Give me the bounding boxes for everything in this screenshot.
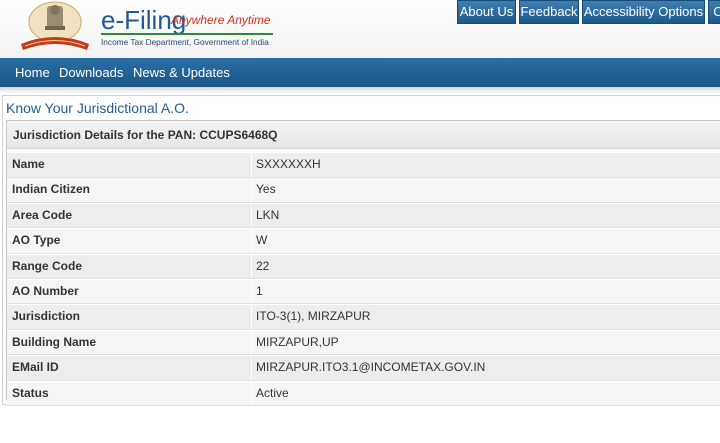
row-value: MIRZAPUR,UP xyxy=(256,334,339,349)
page-title: Know Your Jurisdictional A.O. xyxy=(6,100,189,116)
table-row: Area Code LKN xyxy=(7,203,720,229)
row-label: AO Number xyxy=(12,283,79,298)
row-label: Name xyxy=(12,157,45,171)
nav-home[interactable]: Home xyxy=(15,58,50,87)
jurisdiction-details-table: Name SXXXXXXH Indian Citizen Yes Area Co… xyxy=(7,153,720,407)
row-value: SXXXXXXH xyxy=(256,157,321,171)
column-divider xyxy=(251,279,252,304)
table-row: AO Number 1 xyxy=(7,279,720,305)
nav-downloads[interactable]: Downloads xyxy=(59,58,123,87)
accessibility-options-link[interactable]: Accessibility Options xyxy=(582,0,705,24)
brand-tagline: Anywhere Anytime xyxy=(171,13,271,27)
column-divider xyxy=(251,254,252,279)
row-label: Status xyxy=(12,385,49,400)
row-label: Range Code xyxy=(12,258,83,273)
column-divider xyxy=(251,203,252,228)
row-value: Active xyxy=(256,385,289,400)
column-divider xyxy=(251,356,252,380)
column-divider xyxy=(251,178,252,202)
table-row: Indian Citizen Yes xyxy=(7,178,720,203)
main-nav: Home Downloads News & Updates xyxy=(0,58,720,87)
row-value: LKN xyxy=(256,207,280,222)
nav-news-updates[interactable]: News & Updates xyxy=(133,58,230,87)
row-value: Yes xyxy=(256,182,276,197)
about-us-link[interactable]: About Us xyxy=(457,0,516,24)
table-row: AO Type W xyxy=(7,229,720,254)
jurisdiction-details-title: Jurisdiction Details for the PAN: CCUPS6… xyxy=(13,128,278,142)
column-divider xyxy=(251,229,252,253)
brand-subtitle: Income Tax Department, Government of Ind… xyxy=(101,37,269,47)
nav-shadow xyxy=(0,87,720,93)
brand-block[interactable]: e-Filing Anywhere Anytime Income Tax Dep… xyxy=(99,4,279,52)
row-value: 1 xyxy=(256,283,263,298)
row-value: 22 xyxy=(256,258,270,273)
table-row: Range Code 22 xyxy=(7,254,720,280)
brand-divider xyxy=(101,33,273,35)
row-label: AO Type xyxy=(12,233,61,248)
feedback-link[interactable]: Feedback xyxy=(519,0,579,24)
table-row: Name SXXXXXXH xyxy=(7,153,720,178)
contact-link-truncated[interactable]: C xyxy=(708,0,720,24)
row-label: Area Code xyxy=(12,207,73,222)
table-row: Jurisdiction ITO-3(1), MIRZAPUR xyxy=(7,305,720,330)
table-row: Status Active xyxy=(7,381,720,407)
row-value: ITO-3(1), MIRZAPUR xyxy=(256,309,371,324)
table-row: Building Name MIRZAPUR,UP xyxy=(7,330,720,356)
jurisdiction-details-header: Jurisdiction Details for the PAN: CCUPS6… xyxy=(7,121,720,149)
column-divider xyxy=(251,330,252,355)
row-value: W xyxy=(256,233,268,248)
row-label: Jurisdiction xyxy=(12,309,81,324)
column-divider xyxy=(251,381,252,406)
row-label: Building Name xyxy=(12,334,97,349)
column-divider xyxy=(251,305,252,329)
national-emblem-logo[interactable] xyxy=(17,0,93,54)
table-row: EMail ID MIRZAPUR.ITO3.1@INCOMETAX.GOV.I… xyxy=(7,356,720,381)
row-label: EMail ID xyxy=(12,360,59,375)
row-value: MIRZAPUR.ITO3.1@INCOMETAX.GOV.IN xyxy=(256,360,486,375)
row-label: Indian Citizen xyxy=(12,182,90,197)
column-divider xyxy=(251,153,252,177)
site-header: e-Filing Anywhere Anytime Income Tax Dep… xyxy=(0,0,720,58)
